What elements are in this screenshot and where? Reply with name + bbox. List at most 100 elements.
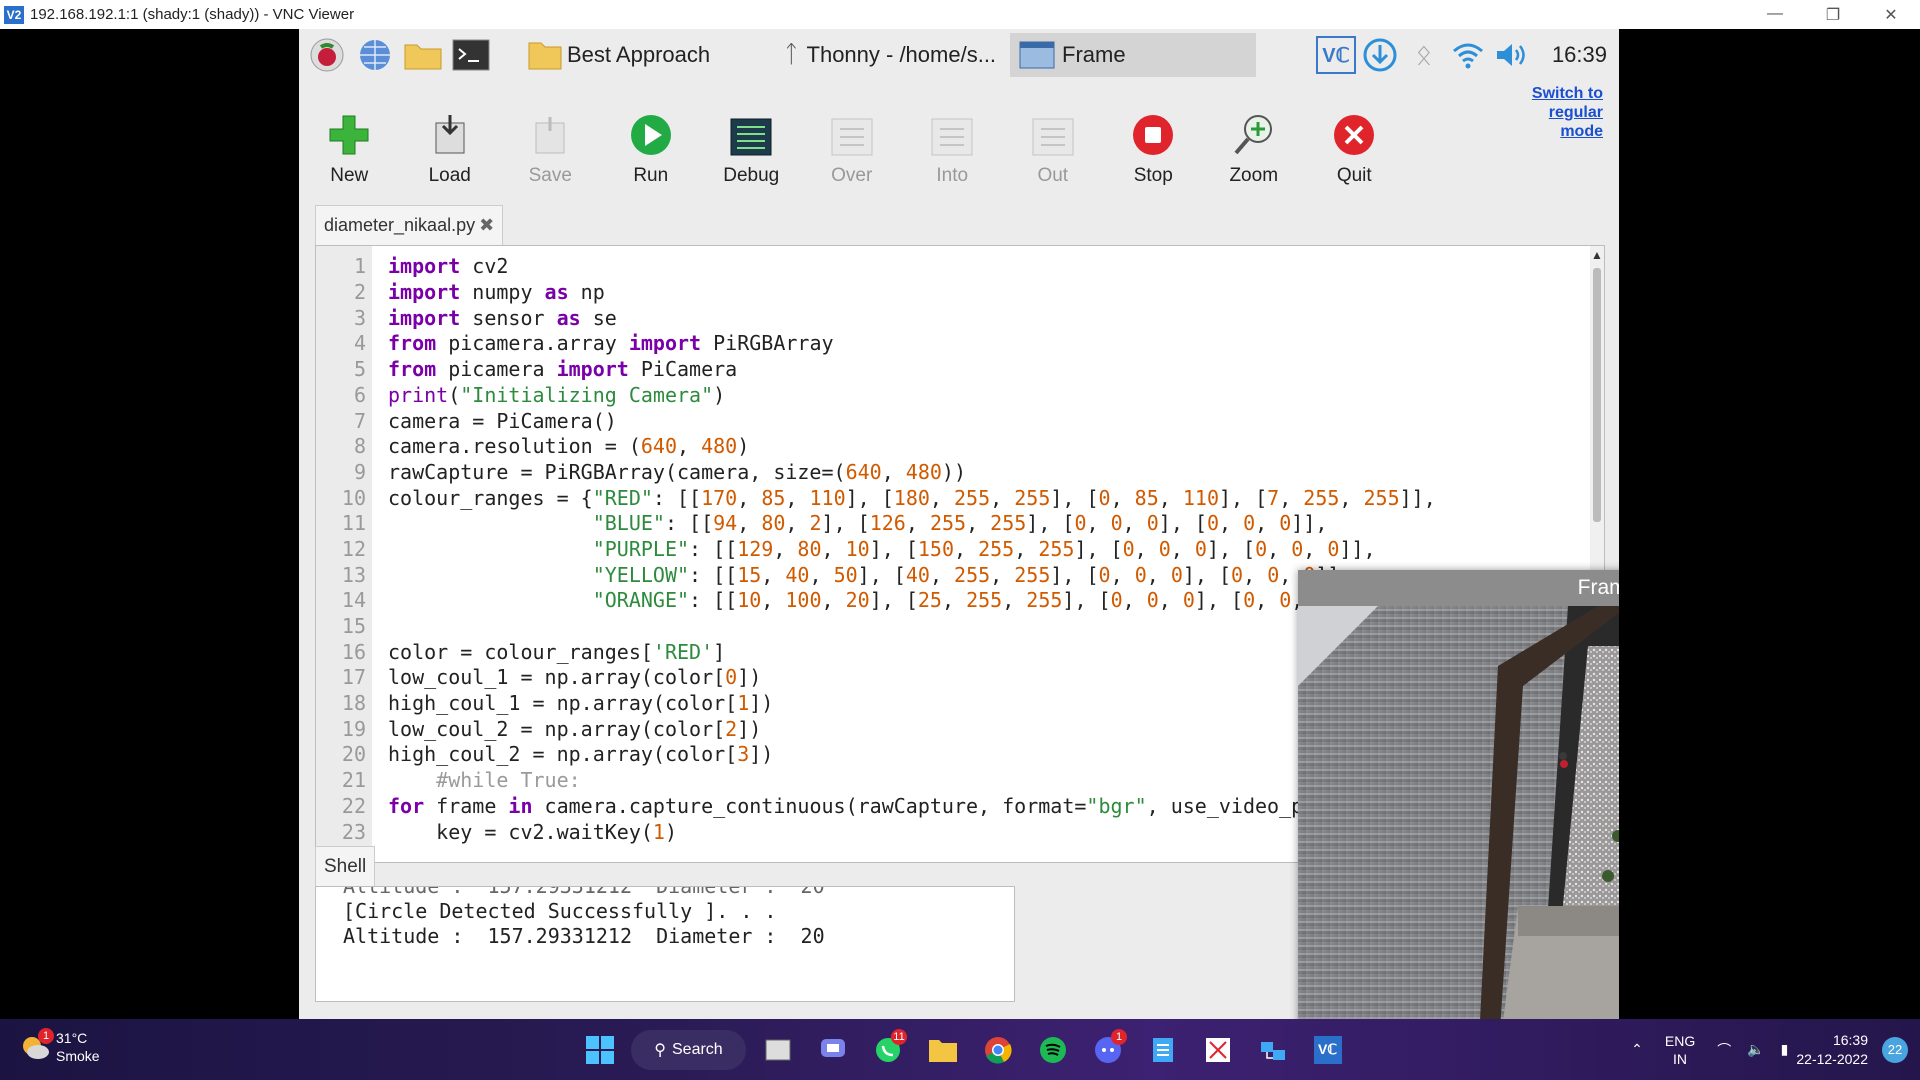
speaker-icon[interactable]: 🔈	[1747, 1041, 1764, 1058]
taskbar-clock[interactable]: 16:39 22-12-2022	[1796, 1031, 1868, 1069]
save-button[interactable]: Save	[500, 81, 601, 187]
language-indicator[interactable]: ENG IN	[1665, 1032, 1695, 1068]
teams-chat-button[interactable]	[805, 1025, 860, 1075]
step-over-button[interactable]: Over	[802, 81, 903, 187]
line-gutter: 1 2 3 4 5 6 7 8 9 10 11 12 13 14 15 16 17 18 19 20 21 22 23	[316, 246, 372, 862]
search-label: Search	[672, 1040, 723, 1058]
thonny-toolbar: New Load Save Run Debug Over Into Out St…	[299, 81, 1619, 187]
stop-button[interactable]: Stop	[1103, 81, 1204, 187]
quit-button[interactable]: Quit	[1304, 81, 1405, 187]
network-icon	[1260, 1041, 1285, 1060]
step-out-icon	[1032, 118, 1074, 156]
run-button[interactable]: Run	[601, 81, 702, 187]
chrome-icon	[984, 1036, 1012, 1064]
load-button[interactable]: Load	[400, 81, 501, 187]
task-frame[interactable]: Frame	[1010, 33, 1257, 77]
restore-button[interactable]: ❐	[1804, 5, 1862, 25]
line-number: 21	[341, 768, 366, 792]
line-number: 5	[353, 357, 366, 381]
vnc-window-title: 192.168.192.1:1 (shady:1 (shady)) - VNC …	[30, 6, 355, 23]
vnc-icon: Vℂ	[1313, 1035, 1342, 1064]
snipping-tool-button[interactable]	[1190, 1025, 1245, 1075]
task-thonny[interactable]: ᛏ Thonny - /home/s...	[776, 33, 1004, 77]
code-line: high_coul_2 = np.array(color[3])	[388, 742, 774, 766]
switch-mode-link[interactable]: Switch to regular mode	[1513, 84, 1603, 141]
step-out-button[interactable]: Out	[1003, 81, 1104, 187]
minimize-button[interactable]: —	[1746, 5, 1804, 25]
wifi-icon[interactable]: ⌒	[1717, 1040, 1731, 1060]
remote-desktop-button[interactable]	[1245, 1025, 1300, 1075]
bluetooth-icon[interactable]: ᛟ	[1402, 39, 1446, 71]
vnc-viewer-button[interactable]: Vℂ	[1300, 1025, 1355, 1075]
scroll-up-icon[interactable]: ▲	[1591, 248, 1603, 262]
code-line: colour_ranges = {"RED": [[170, 85, 110],…	[388, 486, 1436, 510]
code-line: high_coul_1 = np.array(color[1])	[388, 691, 774, 715]
whatsapp-button[interactable]: 11	[860, 1025, 915, 1075]
discord-button[interactable]: 1	[1080, 1025, 1135, 1075]
line-number: 3	[353, 306, 366, 330]
update-icon[interactable]	[1358, 37, 1402, 73]
load-icon	[435, 115, 465, 154]
file-manager-icon[interactable]	[403, 35, 443, 75]
file-explorer-button[interactable]	[915, 1025, 970, 1075]
stop-icon	[1133, 115, 1174, 155]
snipping-icon	[1205, 1037, 1230, 1062]
spotify-button[interactable]	[1025, 1025, 1080, 1075]
frame-window[interactable]: Frame ⌄ ⌃ ✕	[1298, 570, 1619, 1019]
save-icon	[535, 117, 565, 154]
panel-clock: 16:39	[1551, 42, 1607, 67]
frame-title-bar[interactable]: Frame ⌄ ⌃ ✕	[1298, 570, 1619, 606]
save-label: Save	[528, 165, 572, 186]
close-tab-icon[interactable]: ✖	[479, 215, 494, 236]
line-number: 1	[353, 254, 366, 278]
weather-icon: 1	[20, 1028, 54, 1062]
volume-icon[interactable]	[1490, 40, 1534, 70]
chat-icon	[820, 1038, 845, 1057]
weather-widget[interactable]: 1 31°C Smoke	[20, 1028, 100, 1065]
terminal-icon[interactable]	[451, 35, 491, 75]
new-label: New	[330, 165, 369, 186]
windows-tray: ⌃ ENG IN ⌒ 🔈 ▮ 16:39 22-12-2022 22	[1623, 1019, 1920, 1080]
task-best-approach[interactable]: Best Approach	[519, 33, 718, 77]
notepad-button[interactable]	[1135, 1025, 1190, 1075]
chevron-up-icon[interactable]: ⌃	[1631, 1041, 1643, 1058]
notification-badge[interactable]: 22	[1882, 1036, 1908, 1063]
search-icon: ⚲	[654, 1041, 666, 1059]
debug-icon	[730, 118, 772, 156]
search-button[interactable]: ⚲ Search	[631, 1029, 746, 1070]
load-label: Load	[428, 165, 471, 186]
zoom-button[interactable]: Zoom	[1204, 81, 1305, 187]
browser-globe-icon[interactable]	[355, 35, 395, 75]
line-number: 13	[341, 563, 366, 587]
line-number: 10	[341, 486, 366, 510]
taskbar-apps: ⚲ Search 11 1 Vℂ	[572, 1019, 1355, 1080]
line-number: 15	[341, 614, 366, 638]
line-number: 11	[341, 511, 366, 535]
raspberry-menu-icon[interactable]	[307, 35, 347, 75]
step-into-button[interactable]: Into	[902, 81, 1003, 187]
task-view-button[interactable]	[750, 1025, 805, 1075]
over-label: Over	[831, 165, 873, 186]
whatsapp-badge: 11	[891, 1028, 907, 1045]
editor-tab[interactable]: diameter_nikaal.py ✖	[315, 205, 504, 245]
vnc-tray-icon[interactable]: Vℂ	[1314, 36, 1358, 74]
debug-button[interactable]: Debug	[701, 81, 802, 187]
code-line: color = colour_ranges['RED']	[388, 640, 726, 664]
code-line: from picamera.array import PiRGBArray	[388, 331, 834, 355]
code-line: low_coul_1 = np.array(color[0])	[388, 665, 762, 689]
shell-panel[interactable]: Altitude : 157.29331212 Diameter : 20 [C…	[315, 886, 1015, 1002]
new-button[interactable]: New	[299, 81, 400, 187]
shell-tab[interactable]: Shell	[315, 846, 376, 886]
shell-line: [Circle Detected Successfully ]. . .	[343, 899, 777, 923]
code-line: #while True:	[436, 768, 581, 792]
code-line: for frame in camera.capture_continuous(r…	[388, 794, 1424, 818]
close-button[interactable]: ✕	[1862, 5, 1920, 25]
windows-icon	[585, 1035, 614, 1064]
chrome-button[interactable]	[970, 1025, 1025, 1075]
shell-line: Altitude : 157.29331212 Diameter : 20	[343, 924, 825, 948]
scrollbar-thumb[interactable]	[1593, 268, 1601, 522]
line-number: 2	[353, 280, 366, 304]
start-button[interactable]	[572, 1025, 627, 1075]
wifi-icon[interactable]	[1446, 40, 1490, 70]
battery-icon[interactable]: ▮	[1781, 1041, 1789, 1058]
